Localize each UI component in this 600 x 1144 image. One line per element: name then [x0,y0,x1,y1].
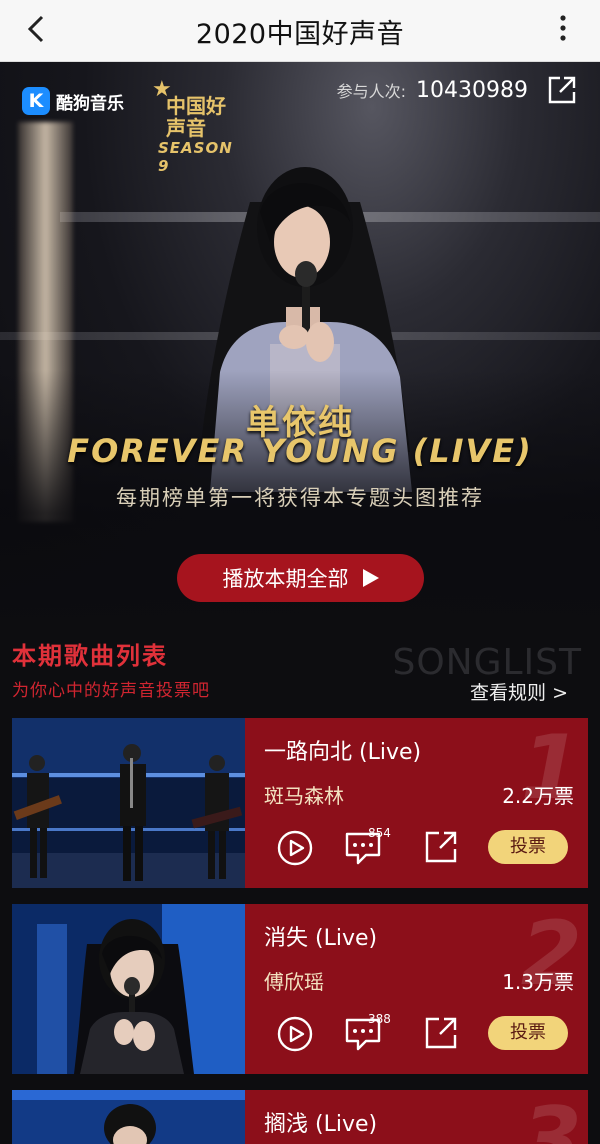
play-triangle-icon [362,569,379,587]
songlist-header: SONGLIST 本期歌曲列表 为你心中的好声音投票吧 查看规则 > [0,630,600,710]
song-card[interactable]: 1 一路向北 (Live) 斑马森林 2.2万票 854 投票 [12,718,588,888]
vote-button[interactable]: 投票 [488,830,568,864]
vote-count: 1.3万票 [502,970,574,994]
vote-button[interactable]: 投票 [488,1016,568,1050]
comment-count: 854 [368,826,391,840]
participants-label: 参与人次: [336,82,407,101]
show-logo-season: SEASON 9 [158,139,233,175]
more-vertical-icon[interactable] [554,14,572,44]
top-bar: 2020中国好声音 [0,0,600,62]
song-thumbnail[interactable] [12,904,245,1074]
kugou-app-name: 酷狗音乐 [56,93,124,114]
song-title: 消失 (Live) [264,926,378,951]
view-rules-link[interactable]: 查看规则 > [470,678,568,705]
comment-count: 388 [368,1012,391,1026]
song-title: 搁浅 (Live) [264,1112,378,1137]
rank-number: 3 [520,1090,582,1144]
song-title: 一路向北 (Live) [264,740,422,765]
share-icon[interactable] [424,1016,458,1050]
participants-count: 10430989 [416,78,528,103]
songlist-bg-word: SONGLIST [392,642,582,683]
share-icon[interactable] [546,74,578,106]
song-card[interactable]: 3 搁浅 (Live) [12,1090,588,1144]
song-card[interactable]: 2 消失 (Live) 傅欣瑶 1.3万票 388 投票 [12,904,588,1074]
songlist-title: 本期歌曲列表 [12,642,168,670]
songlist-subtitle: 为你心中的好声音投票吧 [12,681,210,701]
song-artist: 傅欣瑶 [264,970,324,994]
kugou-k-icon: K [22,87,50,115]
show-logo-name: 中国好声音 [166,94,226,140]
song-thumbnail[interactable] [12,1090,245,1144]
play-all-button[interactable]: 播放本期全部 [177,554,424,602]
play-all-label: 播放本期全部 [222,567,349,591]
page-title: 2020中国好声音 [195,19,405,50]
participants-info: 参与人次: 10430989 [337,78,528,103]
song-artist: 斑马森林 [264,784,344,808]
play-icon[interactable] [277,1016,313,1052]
featured-song: FOREVER YOUNG (LIVE) [67,432,533,470]
vote-count: 2.2万票 [502,784,574,808]
play-icon[interactable] [277,830,313,866]
featured-note: 每期榜单第一将获得本专题头图推荐 [116,486,484,510]
hero-banner[interactable]: K 酷狗音乐 ★ 中国好声音 SEASON 9 参与人次: 10430989 单… [0,62,600,630]
kugou-logo: K 酷狗音乐 [22,87,124,115]
share-icon[interactable] [424,830,458,864]
song-thumbnail[interactable] [12,718,245,888]
show-logo: ★ 中国好声音 SEASON 9 [148,77,248,175]
